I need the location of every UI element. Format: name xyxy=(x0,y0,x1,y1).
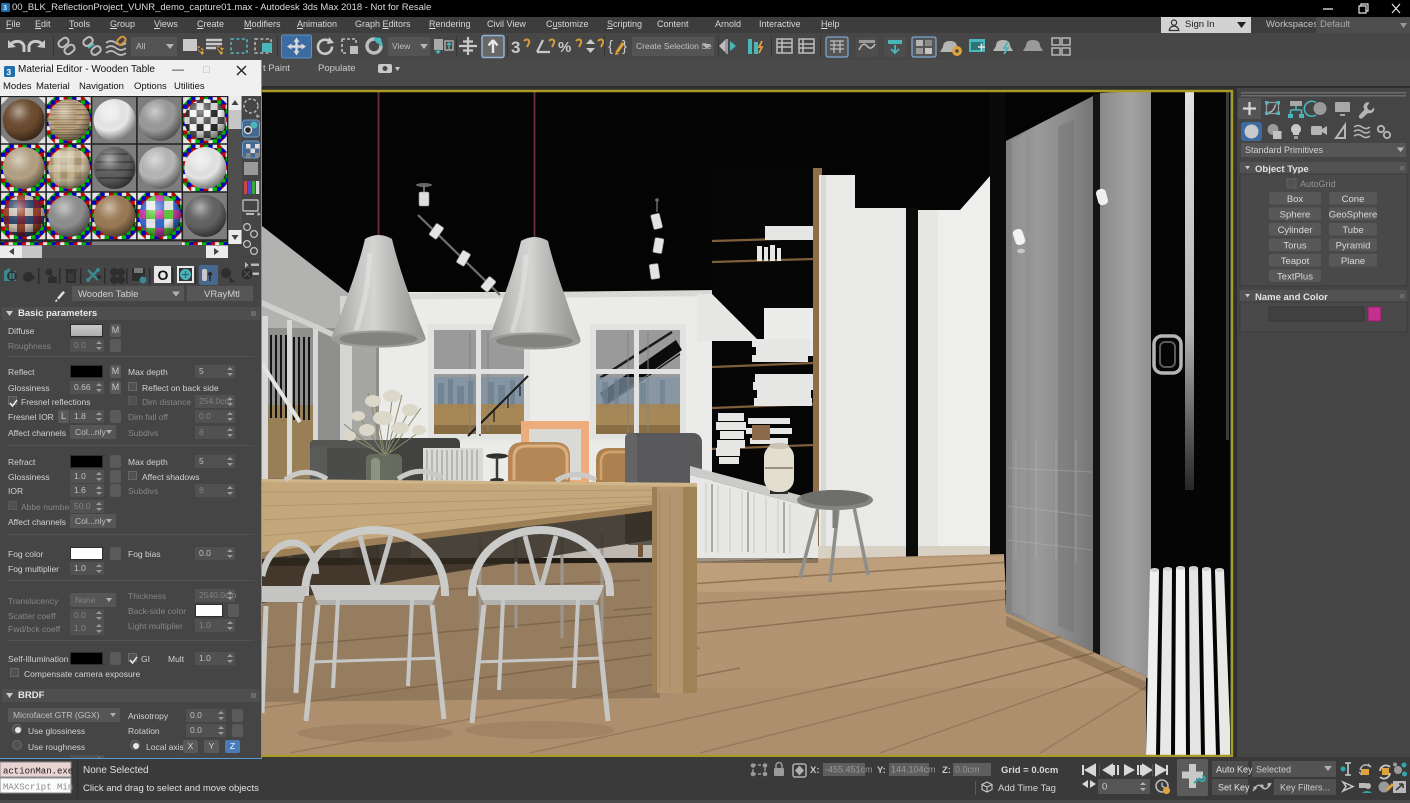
svg-text:Auto Key: Auto Key xyxy=(1216,765,1253,775)
svg-text:Pyramid: Pyramid xyxy=(1336,241,1371,252)
svg-text:Plane: Plane xyxy=(1341,256,1365,267)
svg-text:Object Type: Object Type xyxy=(1255,164,1309,175)
svg-text:O: O xyxy=(158,267,169,283)
svg-text:{: { xyxy=(608,38,613,55)
svg-text:MAXScript Min: MAXScript Min xyxy=(3,783,73,793)
svg-text:TextPlus: TextPlus xyxy=(1277,272,1313,283)
svg-text:3: 3 xyxy=(511,38,520,57)
svg-text:None Selected: None Selected xyxy=(83,765,149,776)
svg-text:Add Time Tag: Add Time Tag xyxy=(998,783,1056,794)
svg-text:All: All xyxy=(136,41,146,51)
svg-text:144.104cm: 144.104cm xyxy=(891,765,936,775)
svg-text:actionMan.exe: actionMan.exe xyxy=(3,767,73,777)
svg-text:Cylinder: Cylinder xyxy=(1278,225,1313,236)
svg-text:-455.451cm: -455.451cm xyxy=(825,765,873,775)
svg-text:AutoGrid: AutoGrid xyxy=(1300,179,1336,189)
svg-text:Name and Color: Name and Color xyxy=(1255,292,1328,303)
svg-text:Sphere: Sphere xyxy=(1280,210,1311,221)
svg-text:X:: X: xyxy=(810,765,820,776)
svg-text:GeoSphere: GeoSphere xyxy=(1329,210,1378,221)
svg-text:Tube: Tube xyxy=(1342,225,1363,236)
svg-text:Grid = 0.0cm: Grid = 0.0cm xyxy=(1001,765,1058,776)
svg-text:Key Filters...: Key Filters... xyxy=(1280,783,1330,793)
svg-text:Click and drag to select and m: Click and drag to select and move object… xyxy=(83,783,259,794)
svg-text:Wooden Table: Wooden Table xyxy=(78,289,138,300)
svg-text:Z:: Z: xyxy=(942,765,951,776)
svg-text:Set Key: Set Key xyxy=(1218,783,1250,793)
svg-text:Cone: Cone xyxy=(1342,194,1365,205)
svg-text:VRayMtl: VRayMtl xyxy=(204,289,240,300)
svg-text:0: 0 xyxy=(1102,782,1107,793)
svg-text:View: View xyxy=(392,41,411,51)
svg-text:Y:: Y: xyxy=(877,765,886,776)
svg-text:Torus: Torus xyxy=(1283,241,1306,252)
svg-text:3: 3 xyxy=(6,67,11,77)
svg-text:Selected: Selected xyxy=(1256,765,1291,775)
svg-text:}: } xyxy=(622,38,627,55)
svg-text:Box: Box xyxy=(1287,194,1304,205)
svg-text:Teapot: Teapot xyxy=(1281,256,1310,267)
svg-text:0.0cm: 0.0cm xyxy=(955,765,980,775)
svg-text:%: % xyxy=(558,39,571,56)
svg-text:3: 3 xyxy=(3,5,7,12)
svg-text:Create Selection Se: Create Selection Se xyxy=(636,41,712,51)
svg-text:Standard Primitives: Standard Primitives xyxy=(1245,145,1324,155)
